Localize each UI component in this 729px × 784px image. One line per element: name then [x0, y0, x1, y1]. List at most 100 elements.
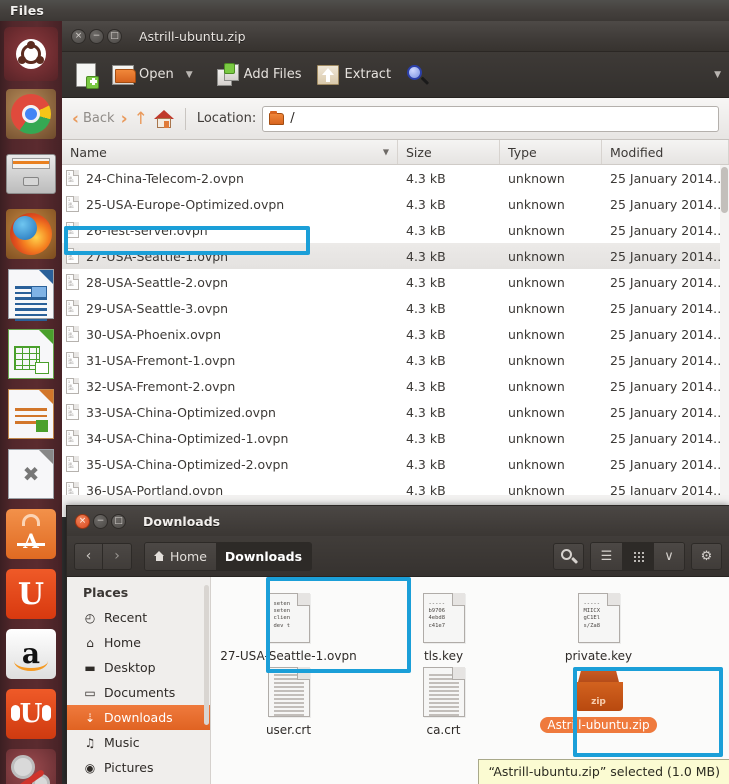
sidebar-item-desktop[interactable]: ▬ Desktop: [67, 655, 210, 680]
table-row[interactable]: 1 10 101 26-Test-server.ovpn 4.3 kB unknown…: [62, 217, 729, 243]
archive-file-list[interactable]: 1 10 101 24-China-Telecom-2.ovpn 4.3 kB unk…: [62, 165, 729, 495]
table-cell-modified: 25 January 2014…: [610, 222, 726, 238]
launcher-item-libreoffice-writer[interactable]: [4, 267, 58, 321]
downloads-titlebar[interactable]: × − □ Downloads: [67, 506, 729, 536]
archive-titlebar[interactable]: × − □ Astrill-ubuntu.zip: [62, 21, 729, 52]
table-row[interactable]: 1 10 101 28-USA-Seattle-2.ovpn 4.3 kB unkno…: [62, 269, 729, 295]
launcher-item-libreoffice-draw[interactable]: ✖: [4, 447, 58, 501]
downloads-body: Places ◴ Recent ⌂ Home ▬ Desktop ▭ Documents ⇣ Do…: [67, 577, 729, 784]
table-cell-type: unknown: [508, 404, 565, 420]
view-options-button[interactable]: ∨: [653, 542, 684, 570]
downloads-maximize-button[interactable]: □: [111, 513, 126, 529]
archive-maximize-button[interactable]: □: [107, 28, 122, 44]
table-row[interactable]: 1 10 101 27-USA-Seattle-1.ovpn 4.3 kB unkno…: [62, 243, 729, 269]
open-dropdown-caret-icon[interactable]: ▼: [186, 70, 193, 80]
downloads-forward-button[interactable]: ›: [103, 542, 132, 570]
column-header-name[interactable]: Name ▼: [62, 140, 398, 164]
sidebar-item-music[interactable]: ♫ Music: [67, 730, 210, 755]
table-row[interactable]: 1 10 101 31-USA-Fremont-1.ovpn 4.3 kB unkno…: [62, 347, 729, 373]
column-header-type[interactable]: Type: [500, 140, 602, 164]
archive-up-button[interactable]: ↑: [134, 109, 148, 129]
table-cell-modified: 25 January 2014…: [610, 404, 726, 420]
launcher-item-ubuntu-dash[interactable]: [4, 27, 58, 81]
launcher-item-libreoffice-calc[interactable]: [4, 327, 58, 381]
file-cabinet-icon: [6, 154, 56, 194]
list-view-button[interactable]: ☰: [591, 542, 622, 570]
archive-minimize-button[interactable]: −: [89, 28, 104, 44]
launcher-item-ubuntu-one[interactable]: U: [4, 567, 58, 621]
toolbar-overflow-caret-icon[interactable]: ▼: [714, 70, 721, 80]
column-header-modified[interactable]: Modified: [602, 140, 729, 164]
launcher-item-software-center[interactable]: A: [4, 507, 58, 561]
archive-home-button[interactable]: [153, 109, 174, 128]
table-row[interactable]: 1 10 101 25-USA-Europe-Optimized.ovpn 4.3 …: [62, 191, 729, 217]
sidebar-item-pictures[interactable]: ◉ Pictures: [67, 755, 210, 780]
downloads-minimize-button[interactable]: −: [93, 513, 108, 529]
toolbar-divider: [184, 107, 186, 130]
list-item[interactable]: user.crt: [211, 663, 366, 737]
archive-search-button[interactable]: [401, 61, 433, 89]
text-file-icon: 1 10 101: [66, 222, 79, 238]
list-item[interactable]: zip Astrill-ubuntu.zip: [521, 663, 676, 737]
downloads-search-button[interactable]: [553, 542, 584, 570]
table-cell-name: 1 10 101 28-USA-Seattle-2.ovpn: [62, 274, 398, 290]
table-row[interactable]: 1 10 101 35-USA-China-Optimized-2.ovpn 4.3…: [62, 451, 729, 477]
breadcrumb-downloads[interactable]: Downloads: [215, 542, 312, 570]
folder-icon: ▬: [84, 660, 96, 675]
launcher-item-google-chrome[interactable]: [4, 87, 58, 141]
table-cell-type: unknown: [508, 222, 565, 238]
file-preview-text: seten seten clien dev t: [273, 601, 291, 629]
archive-scrollbar[interactable]: [720, 165, 729, 495]
location-input[interactable]: /: [262, 105, 719, 132]
launcher-item-ubuntu-music[interactable]: U: [4, 687, 58, 741]
list-item[interactable]: ca.crt: [366, 663, 521, 737]
grid-view-button[interactable]: [622, 542, 653, 570]
downloads-icon-view[interactable]: seten seten clien dev t 27-USA-Seattle-1.…: [211, 577, 729, 784]
archive-close-button[interactable]: ×: [71, 28, 86, 44]
list-item[interactable]: ----- MIICX gC1El s/Za8 private.key: [521, 589, 676, 663]
breadcrumb-home[interactable]: Home: [145, 542, 216, 570]
archive-scrollbar-thumb[interactable]: [721, 167, 728, 213]
table-row[interactable]: 1 10 101 36-USA-Portland.ovpn 4.3 kB unknow…: [62, 477, 729, 495]
table-row[interactable]: 1 10 101 30-USA-Phoenix.ovpn 4.3 kB unknown…: [62, 321, 729, 347]
location-value: /: [290, 111, 295, 126]
table-row[interactable]: 1 10 101 32-USA-Fremont-2.ovpn 4.3 kB unkno…: [62, 373, 729, 399]
new-archive-button[interactable]: [70, 59, 102, 91]
list-item[interactable]: ----- b9706 4ebd8 c41e7 tls.key: [366, 589, 521, 663]
column-header-size-label: Size: [406, 144, 432, 160]
sidebar-item-home[interactable]: ⌂ Home: [67, 630, 210, 655]
download-arrow-icon: ⇣: [84, 710, 96, 725]
extract-button[interactable]: Extract: [311, 61, 397, 89]
file-name-label: user.crt: [265, 723, 312, 737]
sidebar-item-downloads[interactable]: ⇣ Downloads: [67, 705, 210, 730]
open-button[interactable]: Open: [106, 61, 180, 89]
launcher-item-libreoffice-impress[interactable]: [4, 387, 58, 441]
table-row[interactable]: 1 10 101 29-USA-Seattle-3.ovpn 4.3 kB unkno…: [62, 295, 729, 321]
add-files-button[interactable]: Add Files: [211, 60, 308, 90]
unity-launcher[interactable]: ✖ A U a U: [0, 21, 62, 784]
launcher-item-amazon[interactable]: a: [4, 627, 58, 681]
table-cell-type: unknown: [508, 378, 565, 394]
table-cell-name: 1 10 101 24-China-Telecom-2.ovpn: [62, 170, 398, 186]
table-row[interactable]: 1 10 101 34-USA-China-Optimized-1.ovpn 4.3…: [62, 425, 729, 451]
archive-back-button[interactable]: ‹ Back: [72, 109, 115, 129]
sidebar-scrollbar[interactable]: [204, 585, 209, 725]
launcher-item-system-settings[interactable]: [4, 747, 58, 784]
table-row[interactable]: 1 10 101 33-USA-China-Optimized.ovpn 4.3 k…: [62, 399, 729, 425]
column-header-size[interactable]: Size: [398, 140, 500, 164]
column-header-name-label: Name: [70, 144, 107, 160]
downloads-back-button[interactable]: ‹: [74, 542, 103, 570]
table-cell-size: 4.3 kB: [406, 274, 446, 290]
downloads-close-button[interactable]: ×: [75, 513, 90, 529]
table-cell-size: 4.3 kB: [406, 300, 446, 316]
list-item[interactable]: seten seten clien dev t 27-USA-Seattle-1.…: [211, 589, 366, 663]
sidebar-item-recent[interactable]: ◴ Recent: [67, 605, 210, 630]
launcher-item-files[interactable]: [4, 147, 58, 201]
downloads-settings-button[interactable]: ⚙: [691, 542, 722, 570]
sidebar-item-documents[interactable]: ▭ Documents: [67, 680, 210, 705]
firefox-icon: [6, 209, 56, 259]
table-row[interactable]: 1 10 101 24-China-Telecom-2.ovpn 4.3 kB unk…: [62, 165, 729, 191]
sort-descending-icon: ▼: [382, 147, 389, 157]
archive-forward-button[interactable]: ›: [121, 109, 128, 129]
launcher-item-firefox[interactable]: [4, 207, 58, 261]
